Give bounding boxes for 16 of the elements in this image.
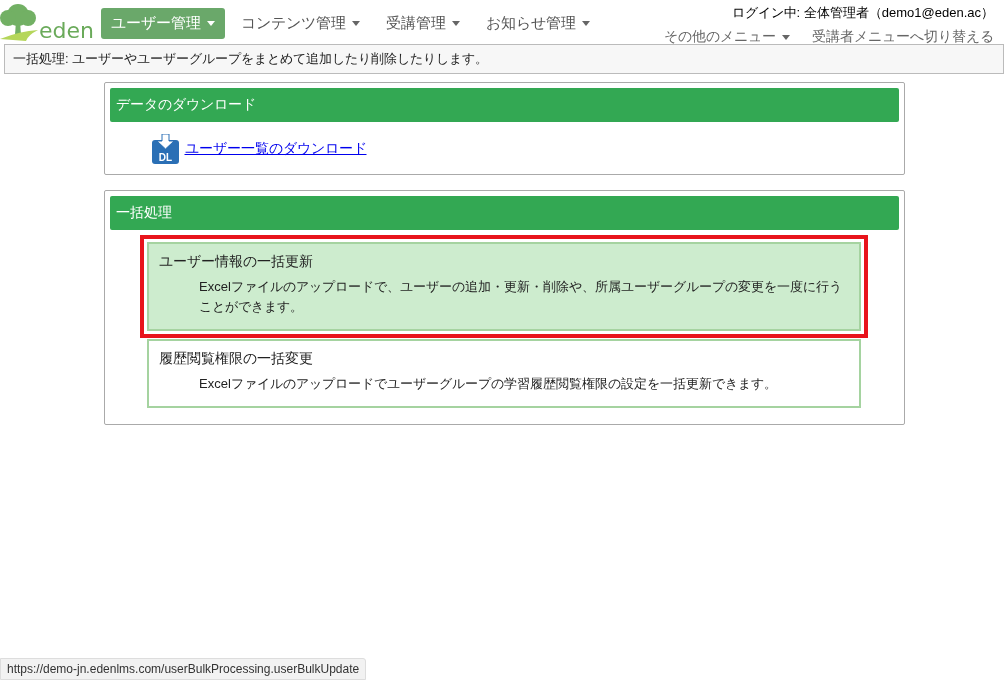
item-title: ユーザー情報の一括更新 <box>159 253 314 271</box>
nav-menu-tab[interactable]: お知らせ管理 <box>476 8 600 39</box>
panel-title: 一括処理 <box>109 196 899 230</box>
item-description: Excelファイルのアップロードで、ユーザーの追加・更新・削除や、所属ユーザーグループの変更を一度に行うことができます。 <box>198 278 843 316</box>
switch-menu-link[interactable]: 受講者メニューへ切り替える <box>812 28 994 46</box>
nav-menu-tab[interactable]: 受講管理 <box>376 8 470 39</box>
panel-title: データのダウンロード <box>109 88 899 122</box>
user-list-download-link[interactable]: ユーザー一覧のダウンロード <box>184 140 367 158</box>
link-url-status: https://demo-jn.edenlms.com/userBulkProcessing.userBulkUpdate <box>0 658 367 680</box>
other-menu-dropdown[interactable]: その他のメニュー <box>664 28 790 46</box>
bulk-action-item[interactable]: 履歴閲覧権限の一括変更 Excelファイルのアップロードでユーザーグループの学習履歴閲覧権限の設定を一括更新できます。 <box>147 339 861 408</box>
info-bar: 一括処理: ユーザーやユーザーグループをまとめて追加したり削除したりします。 <box>4 44 1004 74</box>
login-status: ログイン中: 全体管理者（demo1@eden.ac） <box>731 4 994 22</box>
nav-menu-tab[interactable]: コンテンツ管理 <box>231 8 370 39</box>
item-description: Excelファイルのアップロードでユーザーグループの学習履歴閲覧権限の設定を一括更新できます。 <box>198 375 778 393</box>
item-title: 履歴閲覧権限の一括変更 <box>159 350 314 368</box>
